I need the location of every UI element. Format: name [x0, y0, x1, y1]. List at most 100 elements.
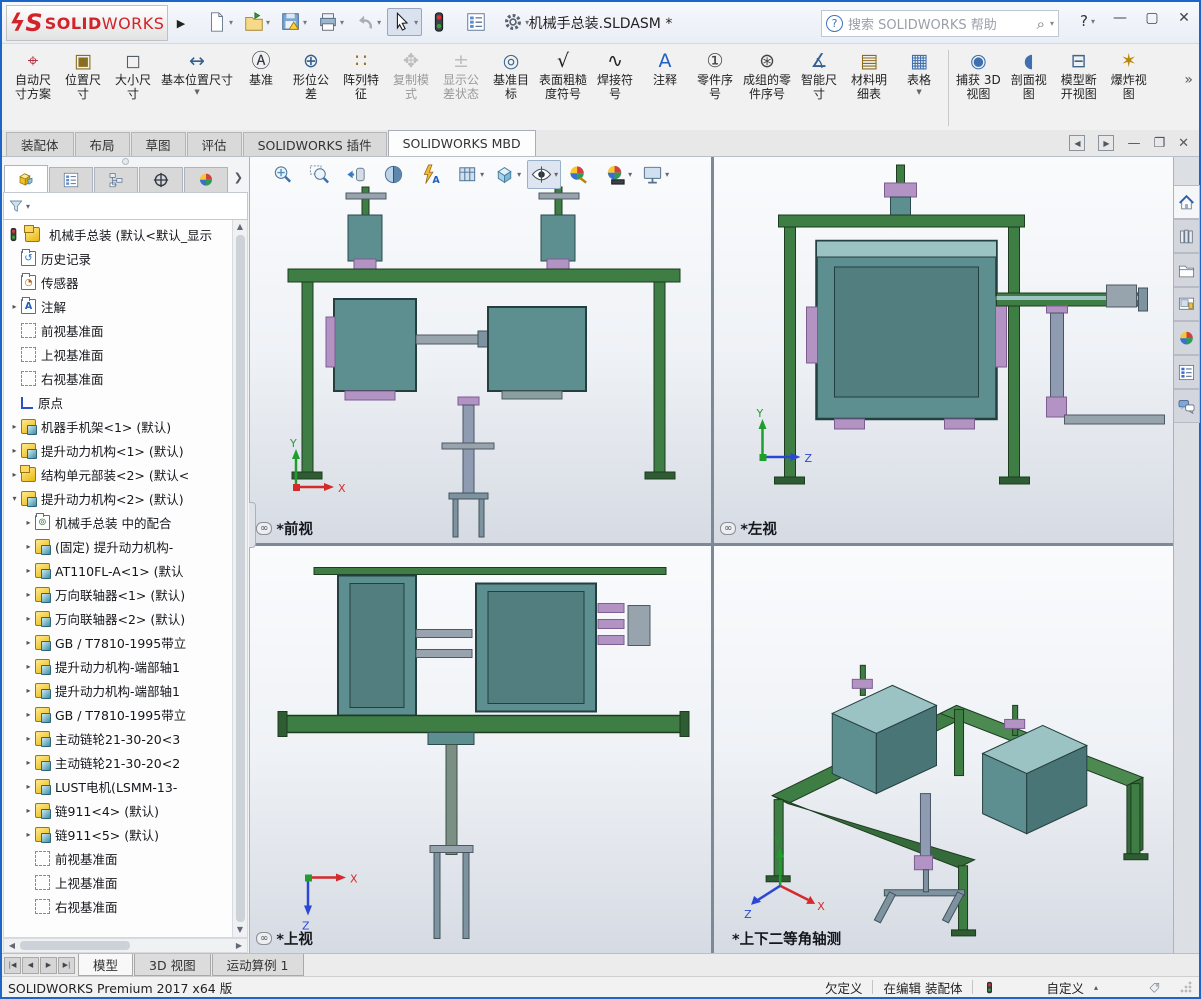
tag-icon[interactable]: [1148, 981, 1161, 994]
viewport-left[interactable]: YZ ∞ *左视: [714, 157, 1173, 543]
section-view-hud-button[interactable]: ▾: [379, 160, 413, 189]
tables-button[interactable]: ▦ 表格 ▼: [894, 46, 944, 130]
tree-item[interactable]: 前视基准面: [6, 846, 231, 870]
fm-tabs-overflow-chevron[interactable]: ❯: [234, 171, 243, 184]
expand-arrow-icon[interactable]: ▸: [22, 686, 35, 695]
expand-arrow-icon[interactable]: ▾: [8, 494, 21, 503]
stacked-balloon-button[interactable]: ⊛ 成组的零 件序号 ▼: [740, 46, 794, 130]
tree-root-item[interactable]: 机械手总装 (默认<默认_显示: [6, 222, 231, 246]
tree-item[interactable]: ▸ 提升动力机构-端部轴1: [6, 654, 231, 678]
tolerance-status-button[interactable]: ± 显示公 差状态 ▼: [436, 46, 486, 130]
surface-finish-button[interactable]: √ 表面粗糙 度符号 ▼: [536, 46, 590, 130]
note-button[interactable]: A 注释 ▼: [640, 46, 690, 130]
propertymanager-tab[interactable]: [49, 167, 93, 192]
viewport-front[interactable]: YX ∞ *前视: [250, 157, 711, 543]
design-library-tab[interactable]: [1173, 219, 1200, 253]
tree-item[interactable]: 传感器: [6, 270, 231, 294]
toolbar-flyout-arrow-icon[interactable]: ▶: [174, 12, 188, 34]
tree-vertical-scrollbar[interactable]: ▲ ▼: [232, 220, 247, 937]
tab-assembly[interactable]: 装配体: [6, 132, 74, 156]
forum-tab[interactable]: [1173, 389, 1200, 423]
view-orientation-button[interactable]: ▾: [490, 160, 524, 189]
resize-grip[interactable]: [1179, 980, 1193, 994]
display-style-button[interactable]: ▾: [453, 160, 487, 189]
expand-arrow-icon[interactable]: ▸: [22, 710, 35, 719]
capture-3d-view-button[interactable]: ◉ 捕获 3D 视图 ▼: [953, 46, 1004, 130]
zoom-to-fit-button[interactable]: ▾: [268, 160, 302, 189]
options-button[interactable]: ▾: [498, 8, 533, 36]
hscroll-thumb[interactable]: [20, 941, 130, 950]
tree-item[interactable]: ▸ 链911<5> (默认): [6, 822, 231, 846]
expand-arrow-icon[interactable]: ▸: [22, 614, 35, 623]
featuremanager-design-tree-tab[interactable]: [4, 165, 48, 192]
3d-views-tab[interactable]: 3D 视图: [134, 954, 211, 976]
zoom-to-area-button[interactable]: ▾: [305, 160, 339, 189]
scroll-thumb[interactable]: [235, 235, 245, 922]
doc-close-button[interactable]: ✕: [1178, 136, 1189, 151]
expand-arrow-icon[interactable]: ▸: [8, 422, 21, 431]
close-button[interactable]: ✕: [1175, 10, 1193, 26]
expand-arrow-icon[interactable]: ▸: [22, 638, 35, 647]
previous-view-button[interactable]: ▾: [342, 160, 376, 189]
first-tab-button[interactable]: |◀: [4, 956, 21, 974]
tree-item[interactable]: ▸ 结构单元部装<2> (默认<: [6, 462, 231, 486]
size-dimension-button[interactable]: ◻ 大小尺 寸 ▼: [108, 46, 158, 130]
panel-grip[interactable]: [2, 157, 249, 165]
view-palette-tab[interactable]: [1173, 287, 1200, 321]
expand-arrow-icon[interactable]: ▸: [22, 542, 35, 551]
select-button[interactable]: ▾: [387, 8, 423, 36]
expand-arrow-icon[interactable]: ▸: [22, 782, 35, 791]
motion-study-tab[interactable]: 运动算例 1: [211, 954, 304, 976]
apply-scene-button[interactable]: ▾: [601, 160, 635, 189]
previous-pane-button[interactable]: ◀: [1069, 135, 1086, 151]
next-tab-button[interactable]: ▶: [40, 956, 57, 974]
tree-item[interactable]: 原点: [6, 390, 231, 414]
expand-arrow-icon[interactable]: ▸: [8, 446, 21, 455]
custom-status-text[interactable]: 自定义: [1046, 978, 1084, 997]
datum-button[interactable]: Ⓐ 基准 ▼: [236, 46, 286, 130]
dimxpertmanager-tab[interactable]: [139, 167, 183, 192]
dynamic-annotation-views-button[interactable]: ▾: [416, 160, 450, 189]
command-list-button[interactable]: ▾: [461, 8, 496, 36]
smart-dimension-button[interactable]: ∡ 智能尺 寸 ▼: [794, 46, 844, 130]
custom-properties-tab[interactable]: [1173, 355, 1200, 389]
tree-item[interactable]: ▸ 主动链轮21-30-20<2: [6, 750, 231, 774]
copy-mode-button[interactable]: ✥ 复制模 式 ▼: [386, 46, 436, 130]
tree-filter-bar[interactable]: ▾: [3, 192, 248, 220]
expand-arrow-icon[interactable]: ▸: [22, 590, 35, 599]
expand-arrow-icon[interactable]: ▸: [22, 830, 35, 839]
performance-button[interactable]: ▾: [424, 8, 459, 36]
bill-of-materials-button[interactable]: ▤ 材料明 细表 ▼: [844, 46, 894, 130]
expand-arrow-icon[interactable]: ▸: [22, 566, 35, 575]
tree-item[interactable]: ▸ 主动链轮21-30-20<3: [6, 726, 231, 750]
tab-sketch[interactable]: 草图: [130, 132, 186, 156]
save-button[interactable]: ▾: [276, 8, 311, 36]
search-icon[interactable]: ⌕: [1037, 15, 1045, 33]
panel-collapse-handle[interactable]: [249, 502, 256, 548]
print-button[interactable]: ▾: [313, 8, 348, 36]
performance-status-icon[interactable]: [983, 981, 996, 994]
pattern-feature-button[interactable]: ∷ 阵列特 征 ▼: [336, 46, 386, 130]
last-tab-button[interactable]: ▶|: [58, 956, 75, 974]
task-pane-home-tab[interactable]: [1173, 185, 1200, 219]
hide-show-items-button[interactable]: ▾: [527, 160, 562, 189]
minimize-button[interactable]: —: [1111, 10, 1129, 26]
tree-item[interactable]: ▾ 提升动力机构<2> (默认): [6, 486, 231, 510]
tree-item[interactable]: 前视基准面: [6, 318, 231, 342]
file-explorer-tab[interactable]: [1173, 253, 1200, 287]
tree-item[interactable]: 右视基准面: [6, 894, 231, 918]
new-document-button[interactable]: ▾: [202, 8, 237, 36]
ribbon-overflow-chevron[interactable]: »: [1184, 72, 1193, 88]
tree-item[interactable]: ▸ 注解: [6, 294, 231, 318]
view-settings-button[interactable]: ▾: [638, 160, 672, 189]
tree-item[interactable]: ▸ 机器手机架<1> (默认): [6, 414, 231, 438]
maximize-button[interactable]: ▢: [1143, 10, 1161, 26]
geometric-tolerance-button[interactable]: ⊕ 形位公 差 ▼: [286, 46, 336, 130]
doc-restore-button[interactable]: ❐: [1153, 136, 1165, 151]
section-view-button[interactable]: ◖ 剖面视 图 ▼: [1004, 46, 1054, 130]
tree-item[interactable]: 上视基准面: [6, 870, 231, 894]
tree-item[interactable]: 上视基准面: [6, 342, 231, 366]
next-pane-button[interactable]: ▶: [1098, 135, 1115, 151]
tree-item[interactable]: ▸ 提升动力机构<1> (默认): [6, 438, 231, 462]
datum-target-button[interactable]: ◎ 基准目 标 ▼: [486, 46, 536, 130]
